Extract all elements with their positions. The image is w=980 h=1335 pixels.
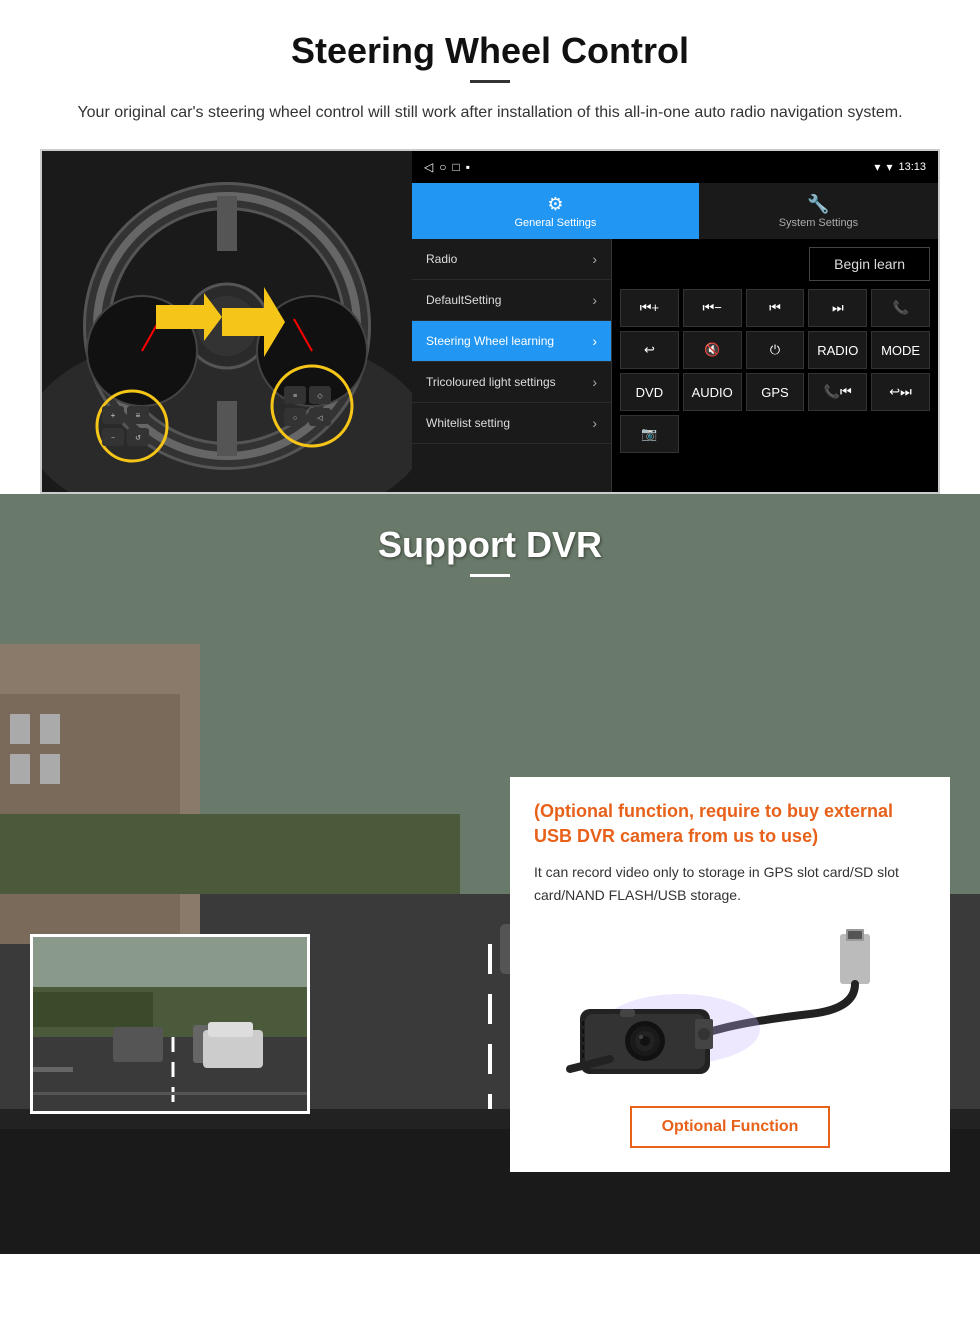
status-bar: ◁ ○ □ ▪ ▾ ▾ 13:13 bbox=[412, 151, 938, 183]
subtitle-text: Your original car's steering wheel contr… bbox=[60, 101, 920, 125]
mute-button[interactable]: 🔇 bbox=[683, 331, 742, 369]
chevron-icon: › bbox=[592, 251, 597, 267]
menu-item-defaultsetting[interactable]: DefaultSetting › bbox=[412, 280, 611, 321]
android-tabs[interactable]: ⚙ General Settings 🔧 System Settings bbox=[412, 183, 938, 239]
nav-back-icon: ◁ bbox=[424, 160, 433, 174]
menu-item-tricoloured[interactable]: Tricoloured light settings › bbox=[412, 362, 611, 403]
control-buttons-grid: ⏮+ ⏮− ⏮ ⏭ 📞 ↩ 🔇 ⏻ RADIO MODE DVD AUDIO G… bbox=[620, 289, 930, 453]
menu-item-radio[interactable]: Radio › bbox=[412, 239, 611, 280]
svg-text:◁: ◁ bbox=[317, 415, 323, 422]
phone-button[interactable]: 📞 bbox=[871, 289, 930, 327]
dvr-section: Support DVR bbox=[0, 494, 980, 1254]
tab-general-settings[interactable]: ⚙ General Settings bbox=[412, 183, 699, 239]
begin-learn-row: Begin learn bbox=[620, 247, 930, 281]
dvr-info-box: (Optional function, require to buy exter… bbox=[510, 777, 950, 1172]
dvd-button[interactable]: DVD bbox=[620, 373, 679, 411]
nav-home-icon: ○ bbox=[439, 160, 446, 174]
page-title: Steering Wheel Control bbox=[40, 30, 940, 72]
vol-up-button[interactable]: ⏮+ bbox=[620, 289, 679, 327]
menu-radio-label: Radio bbox=[426, 252, 457, 266]
camera-button[interactable]: 📷 bbox=[620, 415, 679, 453]
dvr-title-divider bbox=[470, 574, 510, 577]
prev-button[interactable]: ⏮ bbox=[746, 289, 805, 327]
steering-wheel-svg: + ≡ − ↺ ≡ ◇ ○ ◁ bbox=[42, 151, 412, 492]
tab-general-label: General Settings bbox=[514, 217, 596, 229]
svg-text:◇: ◇ bbox=[317, 393, 323, 400]
svg-text:+: + bbox=[111, 411, 116, 420]
dvr-camera-image bbox=[534, 926, 926, 1086]
dvr-thumb-image bbox=[33, 937, 307, 1111]
next-button[interactable]: ⏭ bbox=[808, 289, 867, 327]
clock: 13:13 bbox=[898, 161, 926, 173]
system-icon: 🔧 bbox=[807, 194, 829, 215]
menu-white-label: Whitelist setting bbox=[426, 416, 510, 430]
back-button[interactable]: ↩ bbox=[620, 331, 679, 369]
svg-text:↺: ↺ bbox=[135, 435, 141, 442]
wifi-icon: ▾ bbox=[886, 160, 892, 174]
mode-button[interactable]: MODE bbox=[871, 331, 930, 369]
menu-tri-label: Tricoloured light settings bbox=[426, 375, 556, 389]
menu-item-steering-wheel[interactable]: Steering Wheel learning › bbox=[412, 321, 611, 362]
title-divider bbox=[470, 80, 510, 83]
chevron-icon-2: › bbox=[592, 292, 597, 308]
signal-icon: ▾ bbox=[874, 160, 880, 174]
phone-prev-button[interactable]: 📞⏮ bbox=[808, 373, 867, 411]
svg-text:≡: ≡ bbox=[293, 393, 297, 400]
android-content: Radio › DefaultSetting › Steering Wheel … bbox=[412, 239, 938, 492]
chevron-icon-3: › bbox=[592, 333, 597, 349]
dvr-title: Support DVR bbox=[0, 524, 980, 566]
menu-steering-label: Steering Wheel learning bbox=[426, 334, 554, 348]
thumb-svg bbox=[33, 937, 310, 1114]
nav-recent-icon: □ bbox=[452, 160, 459, 174]
menu-item-whitelist[interactable]: Whitelist setting › bbox=[412, 403, 611, 444]
dvr-title-area: Support DVR bbox=[0, 494, 980, 597]
gps-button[interactable]: GPS bbox=[746, 373, 805, 411]
gear-icon: ⚙ bbox=[547, 194, 563, 215]
dvr-description: It can record video only to storage in G… bbox=[534, 861, 926, 906]
steering-wheel-section: Steering Wheel Control Your original car… bbox=[0, 0, 980, 494]
svg-text:−: − bbox=[111, 435, 115, 442]
menu-default-label: DefaultSetting bbox=[426, 293, 501, 307]
power-button[interactable]: ⏻ bbox=[746, 331, 805, 369]
tab-system-label: System Settings bbox=[779, 217, 858, 229]
back-next-button[interactable]: ↩⏭ bbox=[871, 373, 930, 411]
android-mockup: + ≡ − ↺ ≡ ◇ ○ ◁ ◁ ○ bbox=[40, 149, 940, 494]
steering-wheel-image: + ≡ − ↺ ≡ ◇ ○ ◁ bbox=[42, 151, 412, 492]
dvr-optional-title: (Optional function, require to buy exter… bbox=[534, 799, 926, 849]
dvr-thumbnail bbox=[30, 934, 310, 1114]
settings-menu: Radio › DefaultSetting › Steering Wheel … bbox=[412, 239, 612, 492]
chevron-icon-4: › bbox=[592, 374, 597, 390]
optional-function-button[interactable]: Optional Function bbox=[630, 1106, 831, 1148]
begin-learn-button[interactable]: Begin learn bbox=[809, 247, 930, 281]
vol-down-button[interactable]: ⏮− bbox=[683, 289, 742, 327]
svg-text:≡: ≡ bbox=[136, 411, 141, 420]
steering-control-panel: Begin learn ⏮+ ⏮− ⏮ ⏭ 📞 ↩ 🔇 ⏻ RADIO MODE… bbox=[612, 239, 938, 492]
nav-menu-icon: ▪ bbox=[466, 160, 470, 174]
tab-system-settings[interactable]: 🔧 System Settings bbox=[699, 183, 938, 239]
android-screen: ◁ ○ □ ▪ ▾ ▾ 13:13 ⚙ General Settings 🔧 S… bbox=[412, 151, 938, 492]
camera-svg bbox=[550, 929, 910, 1084]
svg-text:○: ○ bbox=[293, 415, 297, 422]
audio-button[interactable]: AUDIO bbox=[683, 373, 742, 411]
chevron-icon-5: › bbox=[592, 415, 597, 431]
radio-button[interactable]: RADIO bbox=[808, 331, 867, 369]
